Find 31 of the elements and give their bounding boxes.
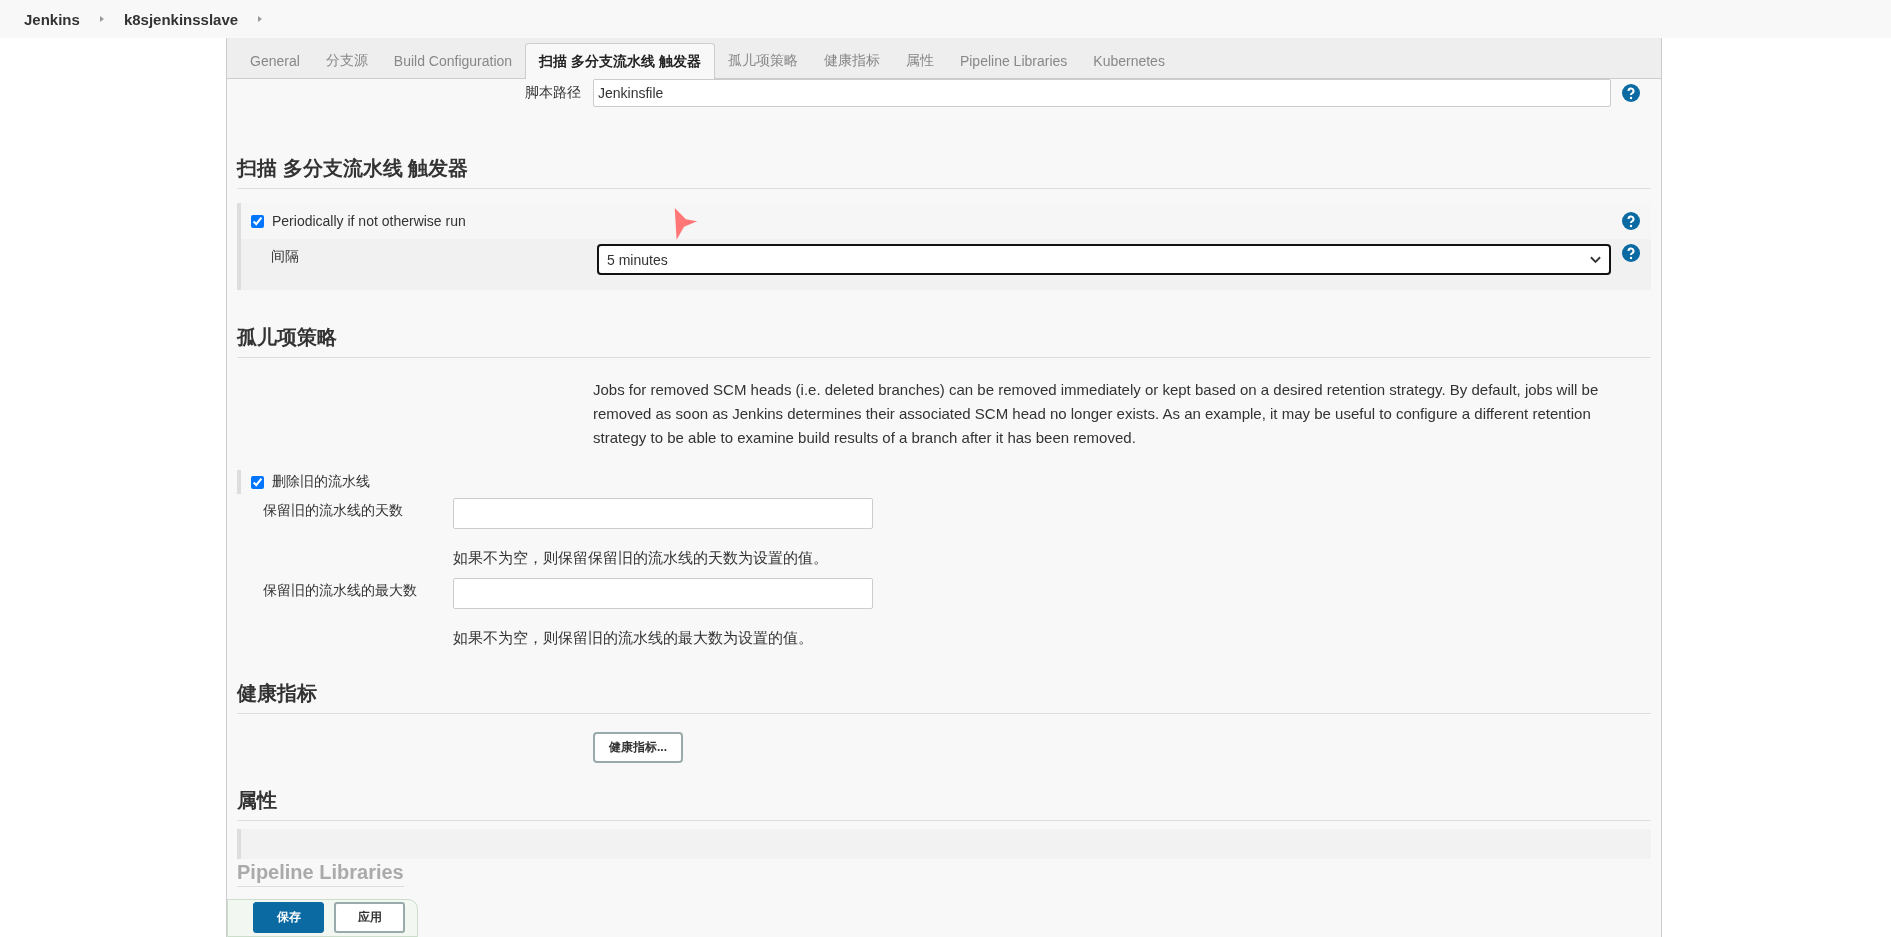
input-field[interactable] — [453, 578, 873, 609]
chevron-icon — [97, 14, 106, 24]
help-icon[interactable] — [1622, 84, 1640, 102]
section-title: 孤儿项策略 — [237, 324, 1651, 358]
script-path-field[interactable]: Jenkinsfile — [593, 79, 1611, 107]
help-text: 如果不为空，则保留旧的流水线的最大数为设置的值。 — [453, 628, 814, 648]
section-title: 扫描 多分支流水线 触发器 — [237, 155, 1651, 189]
description-text: Jobs for removed SCM heads (i.e. deleted branches) can be removed immediately or kept based on a desired retention strategy. By default, jobs will be removed as soon as Jenkins determines their associated SCM head no longer exists. As an example, it may be useful to configure a different retention strategy to be able to examine build results of a branch after it has been removed. — [593, 380, 1600, 448]
field-label: 保留旧的流水线的最大数 — [263, 581, 418, 600]
checkbox-label[interactable]: Periodically if not otherwise run — [241, 203, 597, 239]
breadcrumb-link[interactable]: k8sjenkinsslave — [119, 10, 243, 28]
checkbox[interactable] — [251, 475, 264, 489]
section-title: 属性 — [237, 787, 1651, 821]
section-title: Pipeline Libraries — [237, 859, 404, 887]
section-title: 健康指标 — [237, 680, 1651, 714]
help-icon[interactable] — [1622, 244, 1640, 262]
checkbox[interactable] — [251, 214, 264, 228]
save-button[interactable]: 保存 — [253, 902, 324, 933]
tab[interactable]: 扫描 多分支流水线 触发器 — [525, 43, 715, 79]
checkbox-label[interactable]: 删除旧的流水线 — [241, 470, 370, 494]
help-icon[interactable] — [1622, 212, 1640, 230]
apply-button[interactable]: 应用 — [334, 902, 405, 933]
interval-select[interactable]: 5 minutes — [597, 244, 1611, 275]
health-button[interactable]: 健康指标... — [593, 732, 683, 763]
field-label: 间隔 — [270, 247, 300, 266]
field-label: 保留旧的流水线的天数 — [263, 501, 404, 520]
input-field[interactable] — [453, 498, 873, 529]
caret-icon — [1590, 255, 1601, 264]
breadcrumb-link[interactable]: Jenkins — [20, 10, 84, 28]
field-label: 脚本路径 — [524, 84, 582, 102]
help-text: 如果不为空，则保留保留旧的流水线的天数为设置的值。 — [453, 548, 829, 568]
